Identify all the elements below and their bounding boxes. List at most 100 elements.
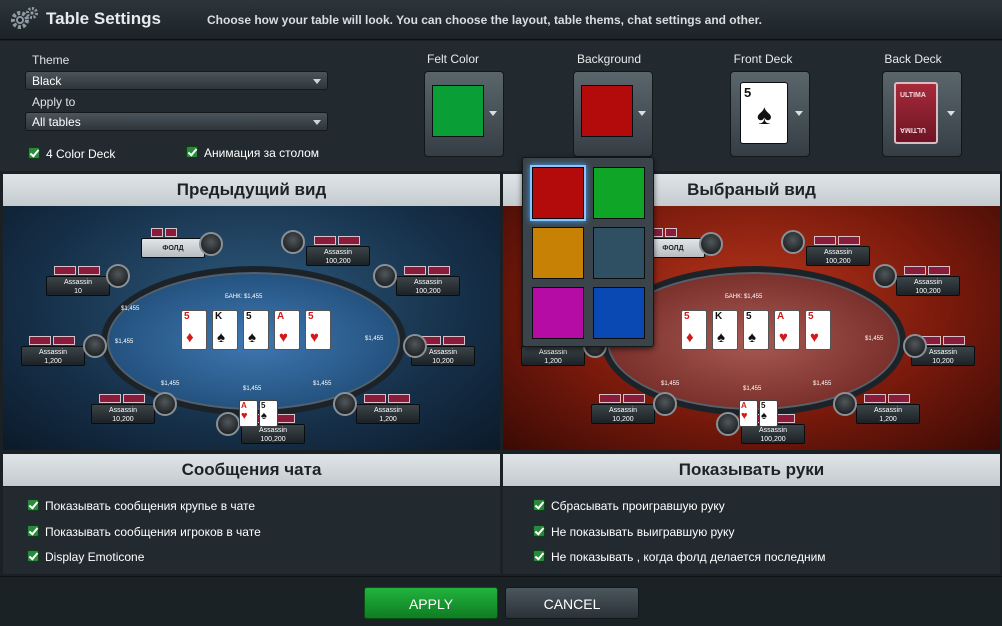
card-suit-icon: ♥ [241, 410, 248, 422]
felt-color-label: Felt Color [426, 52, 479, 66]
card-rank: A [241, 401, 247, 410]
player-stack: 100,200 [260, 436, 286, 443]
apply-to-value: All tables [32, 115, 81, 129]
color-option[interactable] [532, 227, 584, 279]
color-option[interactable] [532, 167, 584, 219]
back-deck-label: Back Deck [884, 52, 942, 66]
card-suit-icon: ♠ [717, 329, 725, 346]
player-stack: 100,200 [325, 258, 351, 265]
board-card: 5 ♦ [681, 310, 707, 350]
muck-losing-label: Сбрасывать проигравшую руку [551, 499, 725, 513]
hands-options: Сбрасывать проигравшую руку Не показыват… [503, 487, 1000, 574]
four-color-checkbox[interactable] [28, 147, 40, 159]
back-deck-card: ULTIMA ULTIMA [894, 82, 938, 144]
player-seat: Assassin 1,200 [21, 346, 85, 366]
apply-to-select[interactable]: All tables [25, 112, 328, 131]
card-rank: 5 [261, 401, 266, 410]
card-back [864, 394, 886, 403]
player-stack: 100,200 [915, 288, 941, 295]
card-back [338, 236, 360, 245]
board-card: 5 ♠ [743, 310, 769, 350]
front-deck-label: Front Deck [733, 52, 793, 66]
back-deck-picker[interactable]: ULTIMA ULTIMA [882, 71, 962, 157]
show-hands-title: Показывать руки [678, 460, 825, 479]
card-back [904, 266, 926, 275]
card-rank: A [741, 401, 747, 410]
bet-amount: $1,455 [743, 386, 762, 392]
player-stack: 10,200 [432, 358, 454, 365]
player-messages-checkbox[interactable] [27, 525, 39, 537]
player-avatar [106, 264, 130, 288]
cancel-button[interactable]: CANCEL [505, 587, 639, 619]
player-seat: Assassin 100,200 [896, 276, 960, 296]
bet-amount: $1,455 [813, 381, 832, 387]
player-avatar [716, 412, 740, 436]
animation-checkbox[interactable] [186, 146, 198, 158]
player-stack: 10,200 [112, 416, 134, 423]
theme-select[interactable]: Black [25, 71, 328, 90]
board-card: A ♥ [274, 310, 300, 350]
card-back [123, 394, 145, 403]
page-title: Table Settings [46, 9, 161, 28]
player-avatar [153, 392, 177, 416]
background-color-picker[interactable] [573, 71, 653, 157]
emoticons-label: Display Emoticone [45, 550, 145, 564]
color-option[interactable] [593, 287, 645, 339]
player-seat: Assassin 10,200 [91, 404, 155, 424]
player-seat: Assassin 100,200 [806, 246, 870, 266]
card-back [623, 394, 645, 403]
player-stack: 10,200 [932, 358, 954, 365]
card-back [404, 266, 426, 275]
hide-last-fold-checkbox[interactable] [533, 550, 545, 562]
player-stack: 100,200 [760, 436, 786, 443]
spade-icon: ♠ [757, 99, 772, 130]
felt-color-picker[interactable] [424, 71, 504, 157]
card-back [428, 266, 450, 275]
color-option[interactable] [593, 227, 645, 279]
previous-table-preview: ФОЛД Assassin 100,200 Assassin 10 Assassin 100… [3, 206, 500, 450]
card-suit-icon: ♦ [186, 329, 194, 346]
player-stack: 1,200 [379, 416, 397, 423]
dropdown-arrow-icon [638, 111, 646, 116]
player-name: Assassin [823, 249, 852, 256]
four-color-label: 4 Color Deck [46, 147, 116, 161]
player-avatar [781, 230, 805, 254]
player-name: Assassin [63, 279, 92, 286]
card-rank: K [215, 311, 223, 322]
card-back [838, 236, 860, 245]
card-back [364, 394, 386, 403]
card-back [29, 336, 51, 345]
front-deck-picker[interactable]: 5 ♠ [730, 71, 810, 157]
dropdown-arrow-icon [795, 111, 803, 116]
pot-label: БАНК: $1,455 [225, 294, 263, 300]
board-card: 5 ♦ [181, 310, 207, 350]
player-seat: Assassin 100,200 [741, 424, 805, 444]
chat-messages-header: Сообщения чата [3, 454, 500, 486]
front-deck-card: 5 ♠ [740, 82, 788, 144]
animation-label: Анимация за столом [204, 146, 320, 160]
bet-amount: $1,455 [865, 336, 884, 342]
back-card-text-top: ULTIMA [900, 92, 926, 99]
color-option[interactable] [593, 167, 645, 219]
hole-card: 5 ♠ [259, 400, 278, 427]
bet-amount: $1,455 [121, 306, 140, 312]
player-stack: 10,200 [612, 416, 634, 423]
player-avatar [83, 334, 107, 358]
hole-card: A ♥ [239, 400, 258, 427]
player-name: Assassin [413, 279, 442, 286]
muck-losing-checkbox[interactable] [533, 499, 545, 511]
player-stack: 1,200 [544, 358, 562, 365]
hide-winning-checkbox[interactable] [533, 525, 545, 537]
card-rank: A [777, 311, 785, 322]
card-back [53, 336, 75, 345]
player-avatar [903, 334, 927, 358]
dropdown-arrow-icon [947, 111, 955, 116]
apply-button[interactable]: APPLY [364, 587, 498, 619]
color-option[interactable] [532, 287, 584, 339]
dealer-messages-checkbox[interactable] [27, 499, 39, 511]
emoticons-checkbox[interactable] [27, 550, 39, 562]
player-seat: Assassin 10 [46, 276, 110, 296]
seat-fold-label: ФОЛД [141, 238, 205, 258]
card-back [314, 236, 336, 245]
bet-amount: $1,455 [365, 336, 384, 342]
